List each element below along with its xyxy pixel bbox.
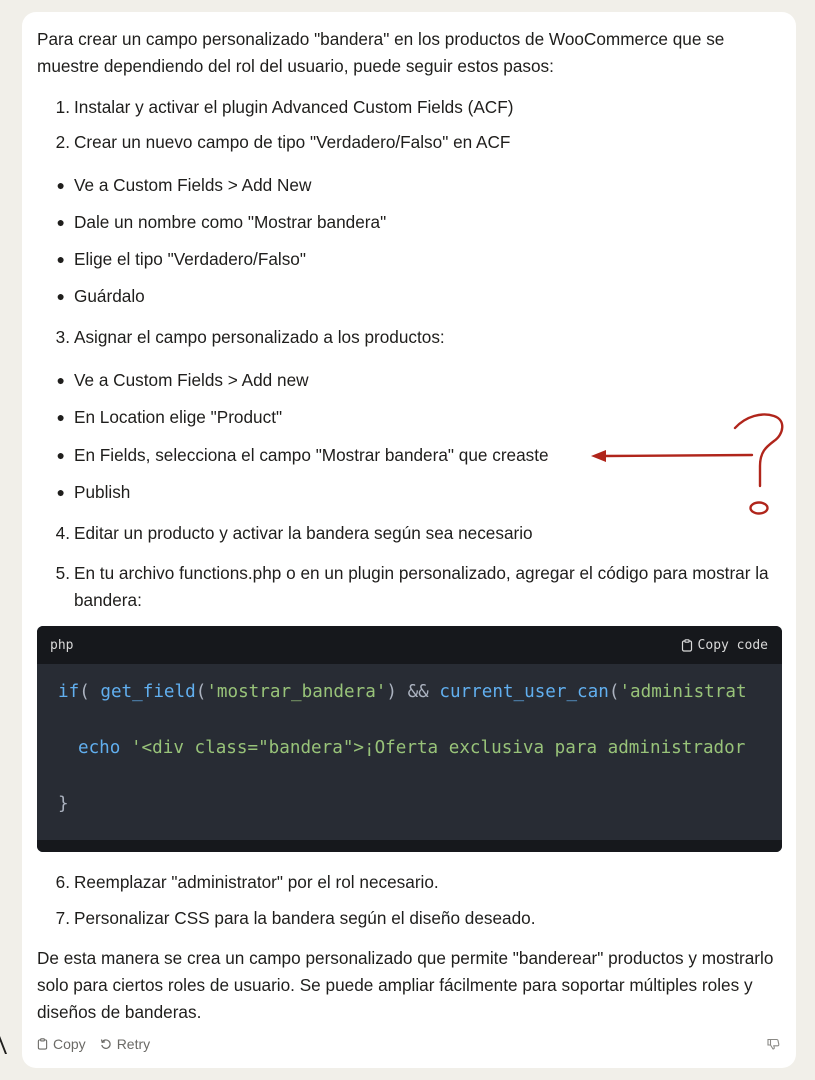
copy-code-button[interactable]: Copy code [681,638,768,653]
code-keyword: if [58,682,80,702]
step-text: Asignar el campo personalizado a los pro… [74,327,445,347]
assistant-avatar [0,1030,18,1066]
code-line: } [58,794,69,814]
clipboard-icon [681,638,692,652]
retry-label: Retry [116,1036,151,1052]
bullet-icon: ● [56,214,65,230]
step-number: 3. [55,327,70,347]
copy-code-label: Copy code [697,637,768,653]
step-text: Crear un nuevo campo de tipo "Verdadero/… [74,132,511,152]
bullet-icon: ● [56,372,65,388]
code-punct: ( [608,682,620,702]
list-item: ● Elige el tipo "Verdadero/Falso" [37,246,306,272]
bullet-text: Ve a Custom Fields > Add New [74,175,312,195]
bullet-text: En Fields, selecciona el campo "Mostrar … [74,445,549,465]
list-item: 3. Asignar el campo personalizado a los p… [37,324,445,350]
code-punct: ( [195,682,207,702]
retry-icon [100,1039,111,1049]
assistant-message-card: Para crear un campo personalizado "bande… [22,12,796,1068]
thumbs-down-button[interactable] [767,1037,780,1055]
list-item: ● Ve a Custom Fields > Add New [37,172,312,198]
outro-paragraph: De esta manera se crea un campo personal… [37,948,774,1022]
code-block-header: php Copy code [37,626,782,664]
bullet-text: En Location elige "Product" [74,407,283,427]
step-number: 7. [55,908,70,928]
code-string: 'mostrar_bandera' [206,682,387,702]
step-number: 6. [55,872,70,892]
message-actions: Copy Retry [37,1036,150,1052]
code-scrollbar[interactable] [37,840,782,852]
code-function: current_user_can [439,682,609,702]
step-number: 2. [55,132,70,152]
list-item: ● En Location elige "Product" [37,404,283,430]
code-line: if( get_field('mostrar_bandera') && curr… [58,682,747,702]
list-item: 5. En tu archivo functions.php o en un pl… [37,560,777,614]
intro-paragraph: Para crear un campo personalizado "bande… [37,29,725,76]
bullet-icon: ● [56,177,65,193]
code-language: php [50,637,74,653]
retry-button[interactable]: Retry [100,1036,150,1052]
clipboard-icon [37,1038,48,1050]
list-item: 1. Instalar y activar el plugin Advanced … [37,94,514,120]
bullet-text: Guárdalo [74,286,145,306]
copy-button[interactable]: Copy [37,1036,86,1052]
list-item: ● Ve a Custom Fields > Add new [37,367,309,393]
list-item: ● Dale un nombre como "Mostrar bandera" [37,209,387,235]
list-item: 4. Editar un producto y activar la bander… [37,520,533,546]
list-item: 2. Crear un nuevo campo de tipo "Verdader… [37,129,511,155]
code-string: '<div class="bandera">¡Oferta exclusiva … [130,738,746,758]
step-text: Editar un producto y activar la bandera … [74,523,533,543]
list-item: ● Guárdalo [37,283,145,309]
bullet-text: Publish [74,482,131,502]
code-keyword: echo [78,738,121,758]
step-number: 5. [55,563,70,583]
copy-label: Copy [53,1036,86,1052]
step-text: Personalizar CSS para la bandera según e… [74,908,536,928]
code-content: if( get_field('mostrar_bandera') && curr… [37,664,782,814]
thumbs-down-icon [767,1038,780,1050]
step-text: Instalar y activar el plugin Advanced Cu… [74,97,514,117]
code-line: echo '<div class="bandera">¡Oferta exclu… [78,738,745,758]
bullet-icon: ● [56,484,65,500]
list-item: 7. Personalizar CSS para la bandera según… [37,905,536,931]
step-text: En tu archivo functions.php o en un plug… [74,563,769,610]
list-item: ● Publish [37,479,131,505]
step-number: 4. [55,523,70,543]
bullet-text: Elige el tipo "Verdadero/Falso" [74,249,306,269]
code-punct: ) && [386,682,440,702]
bullet-text: Ve a Custom Fields > Add new [74,370,309,390]
code-punct [120,738,131,758]
step-number: 1. [55,97,70,117]
bullet-icon: ● [56,288,65,304]
step-text: Reemplazar "administrator" por el rol ne… [74,872,439,892]
bullet-icon: ● [56,409,65,425]
list-item: 6. Reemplazar "administrator" por el rol … [37,869,439,895]
bullet-text: Dale un nombre como "Mostrar bandera" [74,212,387,232]
code-block: php Copy code if( get_field('mostrar_ban… [37,626,782,852]
code-function: get_field [100,682,196,702]
code-string: 'administrat [619,682,747,702]
avatar-glyph-icon [0,1036,7,1054]
bullet-icon: ● [56,251,65,267]
bullet-icon: ● [56,447,65,463]
list-item: ● En Fields, selecciona el campo "Mostrar… [37,442,549,468]
code-punct: ( [79,682,101,702]
